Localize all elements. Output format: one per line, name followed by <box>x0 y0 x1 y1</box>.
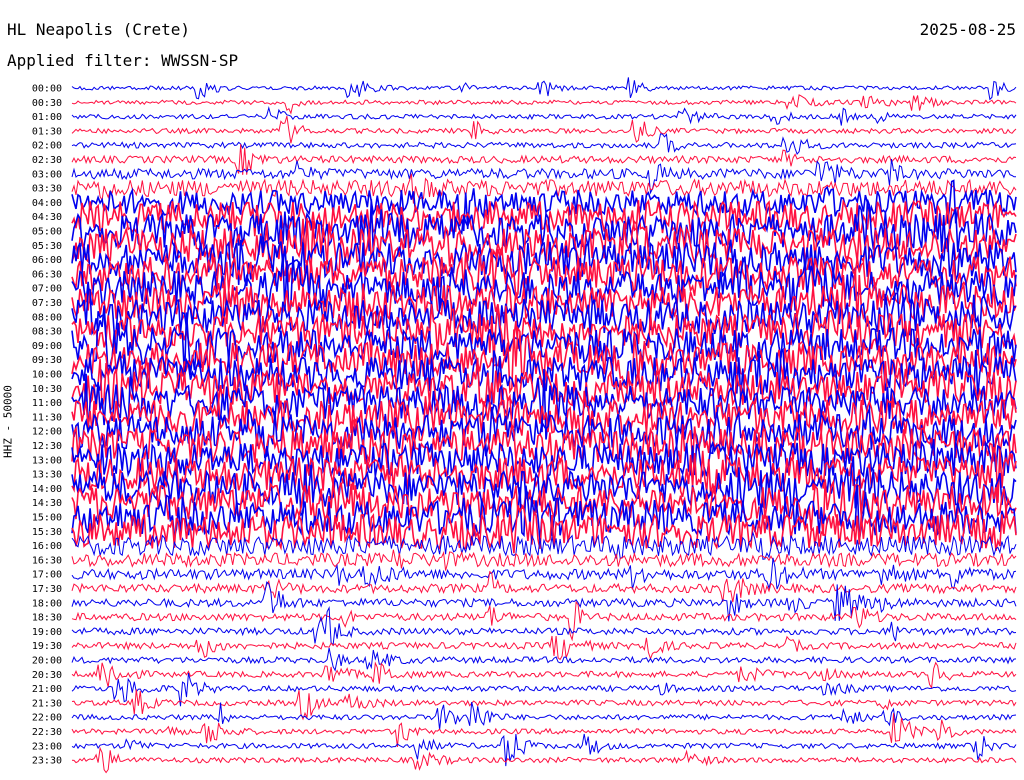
row-label: 09:00 <box>32 341 62 352</box>
trace-row <box>71 570 1017 603</box>
row-label: 12:00 <box>32 427 62 438</box>
row-label-group: 00:00 00:30 01:00 01:30 02:00 02:30 03:00 03:30… <box>32 84 62 767</box>
row-label: 18:00 <box>32 598 62 609</box>
row-label: 11:30 <box>32 412 62 423</box>
row-label: 05:30 <box>32 241 62 252</box>
row-label: 19:00 <box>32 627 62 638</box>
row-label: 21:00 <box>32 684 62 695</box>
row-label: 06:30 <box>32 269 62 280</box>
row-label: 18:30 <box>32 613 62 624</box>
row-label: 23:30 <box>32 756 62 767</box>
row-label: 03:00 <box>32 169 62 180</box>
row-label: 10:30 <box>32 384 62 395</box>
row-label: 04:30 <box>32 212 62 223</box>
helicorder-plot: 00:00 00:30 01:00 01:30 02:00 02:30 03:00 03:30… <box>32 77 1017 774</box>
row-label: 08:00 <box>32 312 62 323</box>
row-label: 01:00 <box>32 112 62 123</box>
row-label: 23:00 <box>32 741 62 752</box>
trace-group <box>71 77 1017 774</box>
row-label: 13:30 <box>32 470 62 481</box>
trace-row <box>71 94 1017 115</box>
trace-row <box>71 144 1017 175</box>
row-label: 16:00 <box>32 541 62 552</box>
row-label: 02:00 <box>32 141 62 152</box>
row-label: 06:00 <box>32 255 62 266</box>
row-label: 15:00 <box>32 513 62 524</box>
trace-row <box>71 606 1017 647</box>
trace-row <box>71 689 1017 721</box>
trace-row <box>71 661 1017 690</box>
row-label: 17:00 <box>32 570 62 581</box>
row-label: 21:30 <box>32 698 62 709</box>
row-label: 07:30 <box>32 298 62 309</box>
row-label: 02:30 <box>32 155 62 166</box>
row-label: 13:00 <box>32 455 62 466</box>
row-label: 15:30 <box>32 527 62 538</box>
row-label: 00:30 <box>32 98 62 109</box>
row-label: 16:30 <box>32 555 62 566</box>
trace-row <box>71 600 1017 642</box>
row-label: 11:00 <box>32 398 62 409</box>
trace-row <box>71 77 1017 101</box>
row-label: 05:00 <box>32 227 62 238</box>
row-label: 14:30 <box>32 498 62 509</box>
trace-row <box>71 115 1017 144</box>
trace-row <box>71 635 1017 661</box>
row-label: 01:30 <box>32 126 62 137</box>
row-label: 17:30 <box>32 584 62 595</box>
trace-row <box>71 701 1017 730</box>
row-label: 07:00 <box>32 284 62 295</box>
row-label: 03:30 <box>32 184 62 195</box>
row-label: 12:30 <box>32 441 62 452</box>
row-label: 14:00 <box>32 484 62 495</box>
trace-row <box>71 105 1017 126</box>
trace-row <box>71 746 1017 774</box>
row-label: 20:00 <box>32 656 62 667</box>
row-label: 22:30 <box>32 727 62 738</box>
row-label: 04:00 <box>32 198 62 209</box>
row-label: 08:30 <box>32 327 62 338</box>
row-label: 20:30 <box>32 670 62 681</box>
trace-row <box>71 733 1017 767</box>
trace-row <box>71 133 1017 155</box>
row-label: 09:30 <box>32 355 62 366</box>
row-label: 00:00 <box>32 84 62 95</box>
trace-row <box>71 549 1017 571</box>
row-label: 10:00 <box>32 370 62 381</box>
row-label: 22:00 <box>32 713 62 724</box>
row-label: 19:30 <box>32 641 62 652</box>
